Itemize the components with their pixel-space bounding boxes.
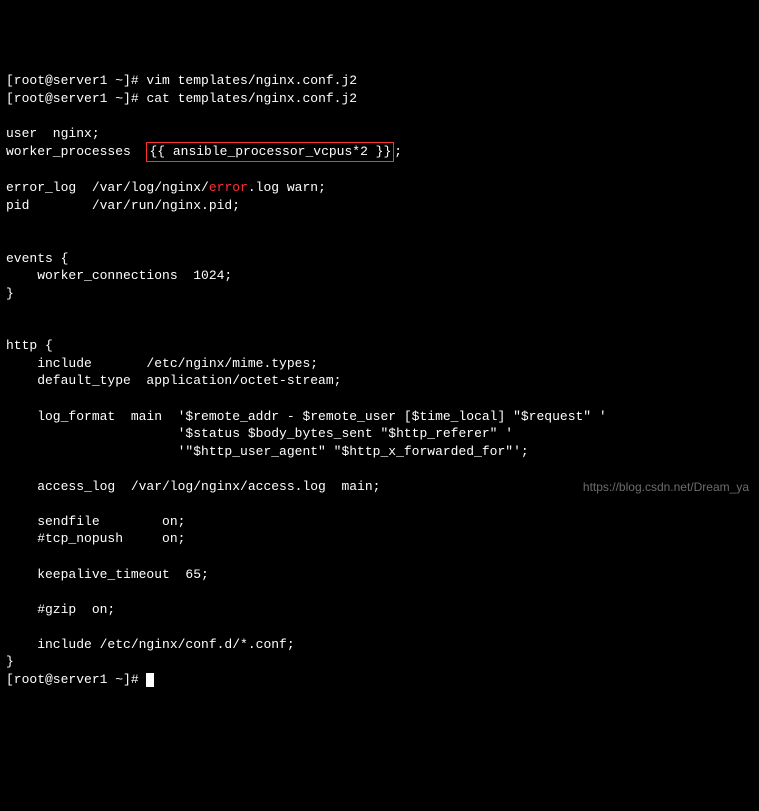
file-line: default_type application/octet-stream;	[6, 373, 341, 388]
file-line: '"$http_user_agent" "$http_x_forwarded_f…	[6, 444, 529, 459]
file-line: pid /var/run/nginx.pid;	[6, 198, 240, 213]
file-line: error_log /var/log/nginx/	[6, 180, 209, 195]
file-line: http {	[6, 338, 53, 353]
file-line: #tcp_nopush on;	[6, 531, 185, 546]
prev-command-line: [root@server1 ~]# vim templates/nginx.co…	[6, 73, 357, 88]
command-text: cat templates/nginx.conf.j2	[146, 91, 357, 106]
file-line: }	[6, 286, 14, 301]
file-line: worker_processes	[6, 144, 146, 159]
file-line: worker_connections 1024;	[6, 268, 232, 283]
file-line: user nginx;	[6, 126, 100, 141]
file-line: '$status $body_bytes_sent "$http_referer…	[6, 426, 513, 441]
terminal-output[interactable]: [root@server1 ~]# vim templates/nginx.co…	[6, 72, 753, 688]
file-line: log_format main '$remote_addr - $remote_…	[6, 409, 607, 424]
file-line: access_log /var/log/nginx/access.log mai…	[6, 479, 380, 494]
file-line: include /etc/nginx/mime.types;	[6, 356, 318, 371]
file-line: }	[6, 654, 14, 669]
file-line: events {	[6, 251, 68, 266]
cursor-icon	[146, 673, 154, 687]
file-line: ;	[394, 144, 402, 159]
watermark-text: https://blog.csdn.net/Dream_ya	[583, 479, 749, 495]
template-variable-highlight: {{ ansible_processor_vcpus*2 }}	[146, 142, 394, 162]
error-keyword: error	[209, 180, 248, 195]
file-line: sendfile on;	[6, 514, 185, 529]
file-line: include /etc/nginx/conf.d/*.conf;	[6, 637, 295, 652]
file-line: keepalive_timeout 65;	[6, 567, 209, 582]
shell-prompt: [root@server1 ~]#	[6, 672, 146, 687]
file-line: #gzip on;	[6, 602, 115, 617]
shell-prompt: [root@server1 ~]#	[6, 91, 146, 106]
file-line: .log warn;	[248, 180, 326, 195]
